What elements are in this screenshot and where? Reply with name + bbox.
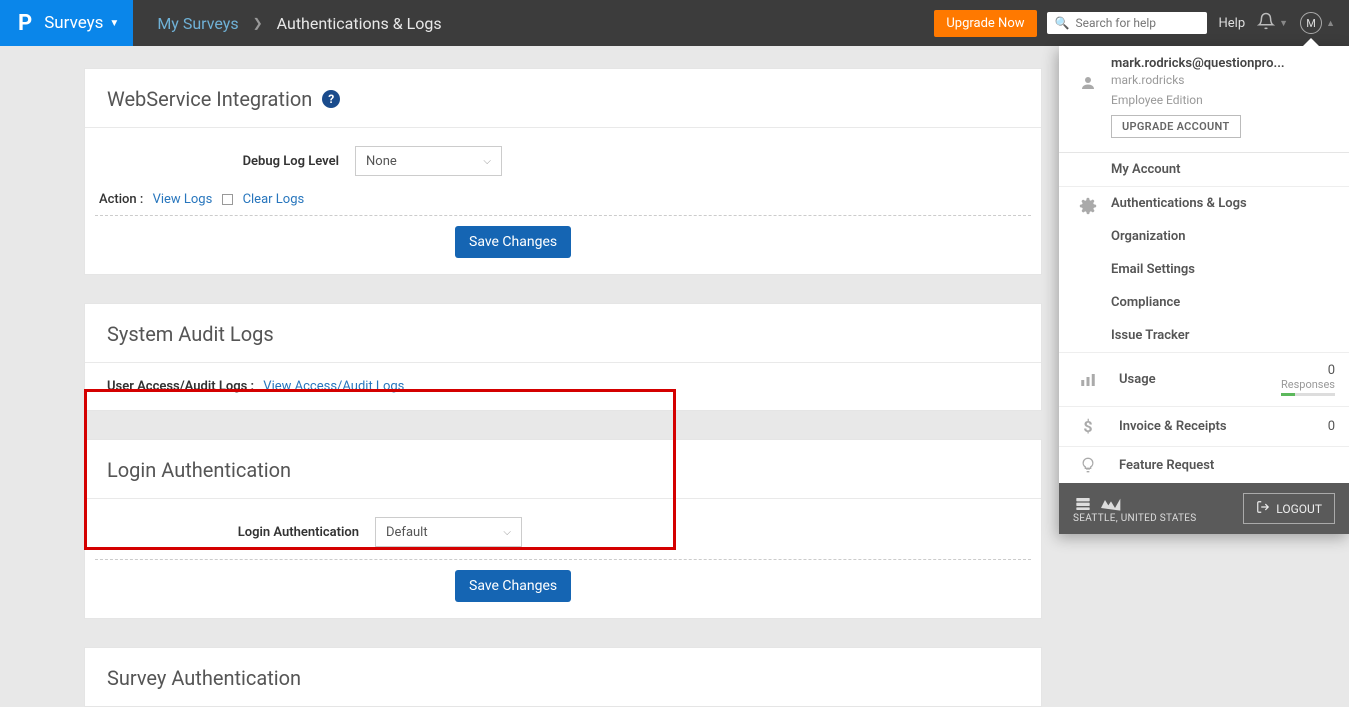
menu-organization[interactable]: Organization [1059,220,1349,253]
panel-caret-icon [1303,38,1319,46]
debug-log-level-select[interactable]: None ⌵ [355,146,502,176]
brand-logo: P [18,11,32,36]
menu-my-account[interactable]: My Account [1059,153,1349,186]
login-auth-select[interactable]: Default ⌵ [375,517,522,547]
menu-invoice[interactable]: $ Invoice & Receipts 0 [1059,406,1349,446]
card-title: Login Authentication [107,458,291,482]
upgrade-account-button[interactable]: UPGRADE ACCOUNT [1111,115,1241,138]
system-audit-logs-card: System Audit Logs User Access/Audit Logs… [84,303,1042,411]
login-authentication-card: Login Authentication Login Authenticatio… [84,439,1042,619]
breadcrumb-my-surveys[interactable]: My Surveys [157,14,238,33]
menu-usage[interactable]: Usage 0 Responses [1059,352,1349,406]
usage-bar [1281,393,1335,396]
caret-down-icon: ▼ [109,18,119,29]
chevron-right-icon: ❯ [253,16,263,30]
avatar[interactable]: M [1300,12,1322,34]
breadcrumb: My Surveys ❯ Authentications & Logs [133,14,441,33]
user-email: mark.rodricks@questionpro... [1111,56,1335,71]
menu-feature-request[interactable]: Feature Request [1059,446,1349,483]
save-changes-button[interactable]: Save Changes [455,226,571,258]
survey-authentication-card: Survey Authentication [84,647,1042,707]
lightbulb-icon [1073,457,1103,473]
location-text: SEATTLE, UNITED STATES [1073,513,1197,524]
help-icon[interactable]: ? [322,90,340,108]
menu-email-settings[interactable]: Email Settings [1059,253,1349,286]
dollar-icon: $ [1073,417,1103,436]
logout-button[interactable]: LOGOUT [1243,493,1335,524]
clear-logs-checkbox[interactable] [222,194,233,205]
menu-issue-tracker[interactable]: Issue Tracker [1059,319,1349,352]
notifications-button[interactable]: ▼ [1257,12,1288,34]
account-dropdown: mark.rodricks@questionpro... mark.rodric… [1059,46,1349,534]
usage-sublabel: Responses [1281,378,1335,391]
chevron-down-icon: ▼ [1279,18,1288,29]
webservice-integration-card: WebService Integration ? Debug Log Level… [84,68,1042,275]
card-title: Survey Authentication [107,666,301,690]
view-access-audit-logs-link[interactable]: View Access/Audit Logs [263,379,404,394]
help-link[interactable]: Help [1219,16,1246,31]
select-value: None [366,154,397,169]
user-edition: Employee Edition [1111,93,1335,107]
select-value: Default [386,525,428,540]
topbar: P Surveys ▼ My Surveys ❯ Authentications… [0,0,1349,46]
save-changes-button[interactable]: Save Changes [455,570,571,602]
card-title: System Audit Logs [107,322,274,346]
feature-label: Feature Request [1111,458,1335,473]
usage-label: Usage [1111,372,1281,387]
usage-count: 0 [1281,363,1335,378]
action-row: Action : View Logs Clear Logs [85,188,1041,215]
user-access-label: User Access/Audit Logs : [107,379,254,394]
action-label: Action : [99,192,143,207]
bell-icon [1257,12,1275,34]
upgrade-now-button[interactable]: Upgrade Now [934,10,1036,37]
breadcrumb-current: Authentications & Logs [277,14,442,33]
logout-icon [1256,500,1270,517]
panel-footer: SEATTLE, UNITED STATES LOGOUT [1059,483,1349,534]
caret-up-icon: ▲ [1326,18,1335,29]
server-map-icon [1073,494,1189,513]
debug-log-level-label: Debug Log Level [107,154,355,169]
user-icon [1073,74,1103,92]
chevron-down-icon: ⌵ [483,156,491,167]
invoice-count: 0 [1328,419,1335,434]
login-auth-label: Login Authentication [107,525,375,540]
user-name: mark.rodricks [1111,73,1335,87]
brand-text: Surveys [44,13,103,33]
bars-icon [1073,371,1103,389]
brand-menu[interactable]: P Surveys ▼ [0,0,133,46]
gear-icon [1073,197,1103,215]
search-input-wrapper[interactable]: 🔍 [1047,12,1207,34]
view-logs-link[interactable]: View Logs [153,192,213,207]
search-input[interactable] [1075,16,1198,30]
invoice-label: Invoice & Receipts [1111,419,1328,434]
clear-logs-link[interactable]: Clear Logs [243,192,305,207]
card-title: WebService Integration [107,87,312,111]
logout-label: LOGOUT [1276,502,1322,516]
search-icon: 🔍 [1055,16,1070,30]
menu-compliance[interactable]: Compliance [1059,286,1349,319]
chevron-down-icon: ⌵ [503,527,511,538]
